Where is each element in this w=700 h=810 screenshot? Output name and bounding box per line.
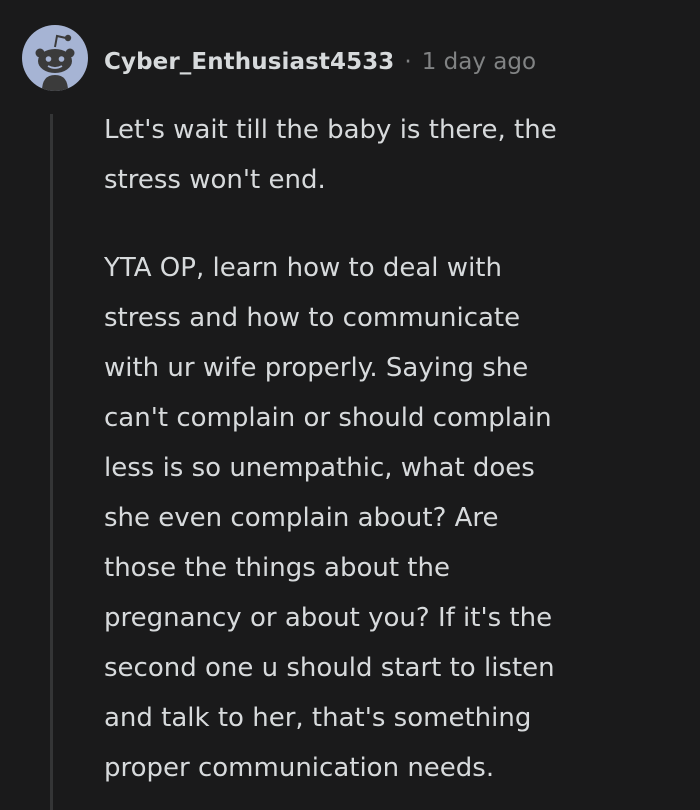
thread-collapse-line[interactable] [50, 114, 53, 810]
comment-paragraph: Let's wait till the baby is there, the s… [104, 115, 557, 195]
avatar[interactable] [22, 25, 88, 91]
reddit-snoo-icon [35, 34, 75, 91]
comment-body: Let's wait till the baby is there, the s… [104, 105, 664, 793]
separator-dot: · [404, 49, 412, 75]
timestamp[interactable]: 1 day ago [422, 49, 536, 75]
comment-paragraph: YTA OP, learn how to deal with stress an… [104, 253, 555, 783]
username-link[interactable]: Cyber_Enthusiast4533 [104, 49, 394, 75]
comment: Cyber_Enthusiast4533 · 1 day ago Let's w… [0, 0, 700, 810]
comment-header: Cyber_Enthusiast4533 · 1 day ago [104, 40, 536, 84]
